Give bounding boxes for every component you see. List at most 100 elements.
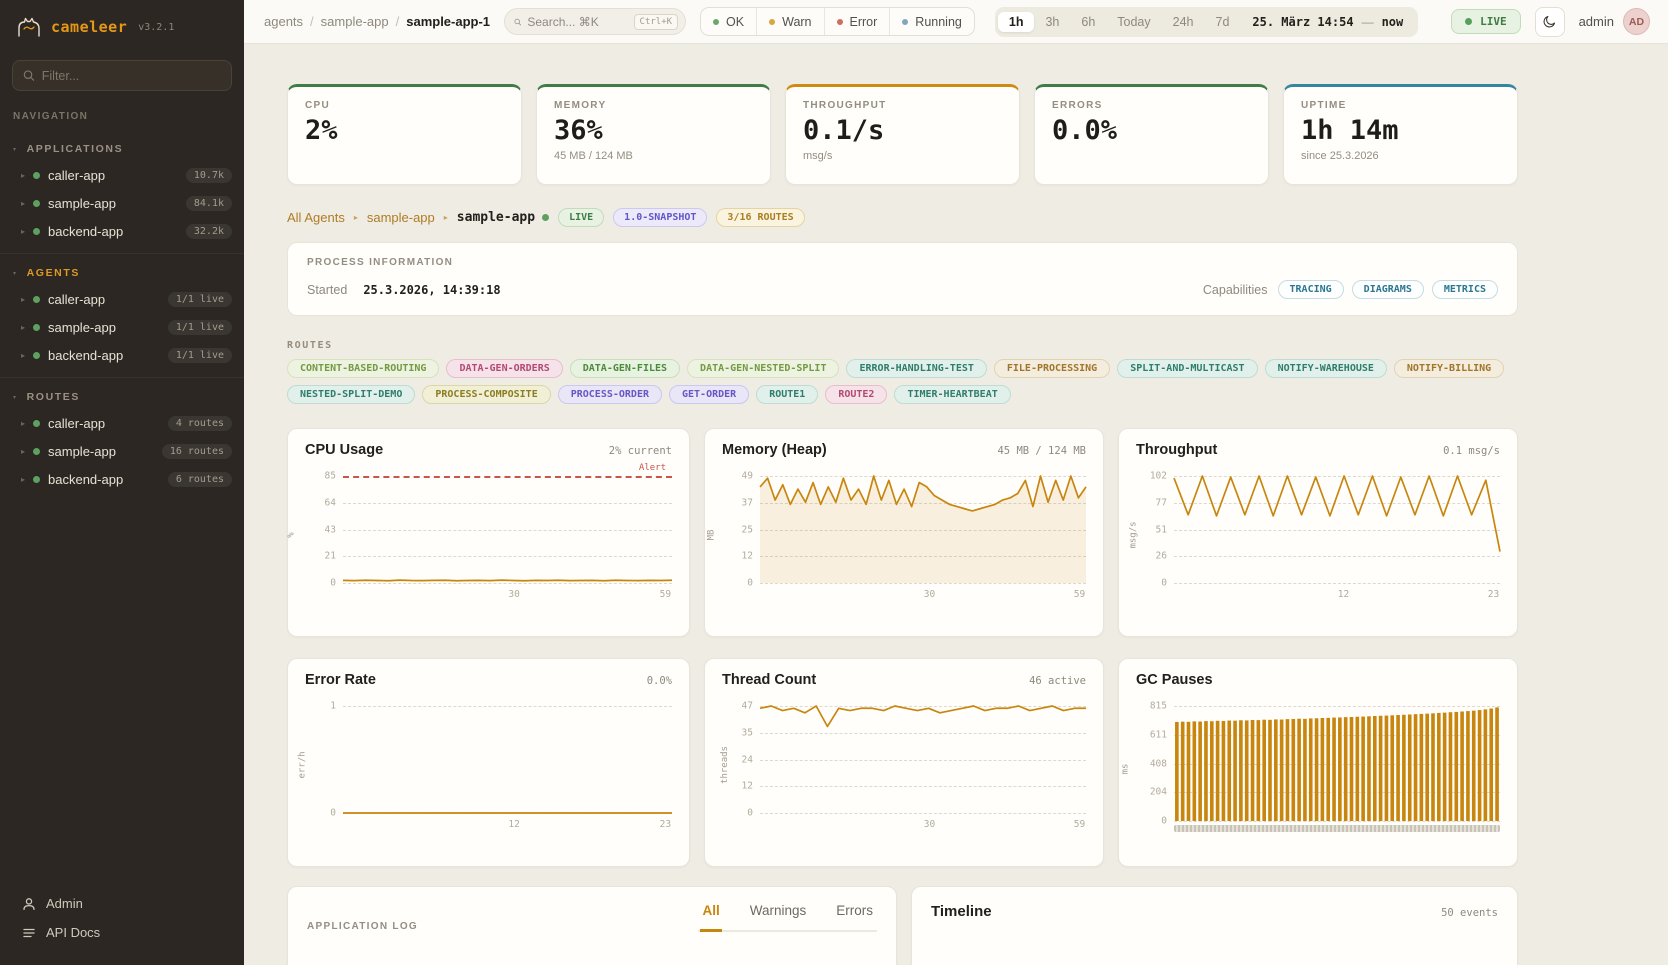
status-dot-icon xyxy=(713,19,719,25)
sidebar-item-routes-caller-app[interactable]: ▸caller-app4 routes xyxy=(0,411,244,436)
metric-value: 1h 14m xyxy=(1301,116,1500,146)
status-filter-running[interactable]: Running xyxy=(889,8,974,35)
y-tick: 0 xyxy=(747,808,753,819)
metric-label: ERRORS xyxy=(1052,100,1251,111)
tab-errors[interactable]: Errors xyxy=(834,903,875,930)
badge-version: 1.0-SNAPSHOT xyxy=(613,208,707,227)
sidebar-item-admin[interactable]: Admin xyxy=(12,889,232,918)
metric-card-throughput: THROUGHPUT 0.1/s msg/s xyxy=(785,84,1020,185)
nav-item-label: caller-app xyxy=(48,168,105,183)
agent-link-app[interactable]: sample-app xyxy=(367,210,435,225)
metric-card-memory: MEMORY 36% 45 MB / 124 MB xyxy=(536,84,771,185)
route-chip-nested-split-demo[interactable]: NESTED-SPLIT-DEMO xyxy=(287,385,415,404)
route-chip-process-order[interactable]: PROCESS-ORDER xyxy=(558,385,662,404)
date-range-display[interactable]: 25. März 14:54—now xyxy=(1240,15,1415,29)
agent-link-all[interactable]: All Agents xyxy=(287,210,345,225)
breadcrumb-agents[interactable]: agents xyxy=(264,14,303,29)
status-dot-icon xyxy=(33,324,40,331)
route-chip-route1[interactable]: ROUTE1 xyxy=(756,385,818,404)
live-toggle[interactable]: LIVE xyxy=(1451,9,1521,34)
chart-title: Error Rate xyxy=(305,672,376,688)
metric-value: 2% xyxy=(305,116,504,146)
status-filter-warn[interactable]: Warn xyxy=(756,8,823,35)
breadcrumb-separator: / xyxy=(310,14,314,29)
sidebar-filter[interactable] xyxy=(12,60,232,91)
route-chip-timer-heartbeat[interactable]: TIMER-HEARTBEAT xyxy=(894,385,1010,404)
theme-toggle-button[interactable] xyxy=(1535,7,1565,37)
route-chip-data-gen-nested-split[interactable]: DATA-GEN-NESTED-SPLIT xyxy=(687,359,839,378)
sidebar-footer: Admin API Docs xyxy=(0,879,244,965)
sidebar-item-api-docs[interactable]: API Docs xyxy=(12,918,232,947)
nav-section-agents: ▾AGENTS▸caller-app1/1 live ▸sample-app1/1… xyxy=(0,253,244,368)
log-tabs: All Warnings Errors xyxy=(698,903,877,932)
y-tick: 35 xyxy=(742,727,753,738)
metric-sub: 45 MB / 124 MB xyxy=(554,150,753,162)
route-chip-process-composite[interactable]: PROCESS-COMPOSITE xyxy=(422,385,550,404)
route-chip-get-order[interactable]: GET-ORDER xyxy=(669,385,749,404)
agent-status-dot-icon xyxy=(542,214,549,221)
nav-section-head-agents[interactable]: ▾AGENTS xyxy=(0,263,244,287)
plot-canvas: Alert xyxy=(343,476,672,583)
filter-input[interactable] xyxy=(42,69,221,83)
chart-title: Throughput xyxy=(1136,442,1217,458)
charts-grid: CPU Usage2% current %856443210Alert3059 … xyxy=(287,428,1518,867)
sidebar-item-agents-backend-app[interactable]: ▸backend-app1/1 live xyxy=(0,343,244,368)
sidebar-item-applications-caller-app[interactable]: ▸caller-app10.7k xyxy=(0,163,244,188)
application-log-title: APPLICATION LOG xyxy=(307,921,418,932)
search-shortcut-kbd: Ctrl+K xyxy=(634,14,679,30)
route-chip-data-gen-files[interactable]: DATA-GEN-FILES xyxy=(570,359,680,378)
sidebar-item-routes-sample-app[interactable]: ▸sample-app16 routes xyxy=(0,439,244,464)
route-chip-data-gen-orders[interactable]: DATA-GEN-ORDERS xyxy=(446,359,562,378)
tab-all[interactable]: All xyxy=(700,903,721,932)
section-caret-icon: ▾ xyxy=(13,270,18,277)
routes-section: ROUTES CONTENT-BASED-ROUTING DATA-GEN-ORD… xyxy=(287,340,1518,404)
time-range-24h[interactable]: 24h xyxy=(1162,12,1205,32)
time-range-1h[interactable]: 1h xyxy=(998,12,1035,32)
app-name: cameleer xyxy=(51,18,127,36)
sidebar-item-applications-backend-app[interactable]: ▸backend-app32.2k xyxy=(0,219,244,244)
y-tick: 0 xyxy=(1161,578,1167,589)
nav-item-badge: 10.7k xyxy=(186,168,232,183)
x-axis-ticks: 3059 xyxy=(760,587,1086,602)
process-panel-title: PROCESS INFORMATION xyxy=(307,257,1498,268)
nav-item-badge: 1/1 live xyxy=(168,348,232,363)
nav-section-head-applications[interactable]: ▾APPLICATIONS xyxy=(0,139,244,163)
nav-section-head-routes[interactable]: ▾ROUTES xyxy=(0,387,244,411)
chart-title: GC Pauses xyxy=(1136,672,1213,688)
route-chip-error-handling-test[interactable]: ERROR-HANDLING-TEST xyxy=(846,359,986,378)
status-filter-error[interactable]: Error xyxy=(824,8,890,35)
global-search[interactable]: Ctrl+K xyxy=(504,8,686,35)
sidebar-item-applications-sample-app[interactable]: ▸sample-app84.1k xyxy=(0,191,244,216)
x-axis-ticks: 1223 xyxy=(1174,587,1500,602)
main-content: CPU 2% MEMORY 36% 45 MB / 124 MB THROUGH… xyxy=(244,44,1668,965)
sidebar-item-agents-sample-app[interactable]: ▸sample-app1/1 live xyxy=(0,315,244,340)
y-tick: 37 xyxy=(742,497,753,508)
time-range-3h[interactable]: 3h xyxy=(1034,12,1070,32)
route-chip-route2[interactable]: ROUTE2 xyxy=(825,385,887,404)
status-filter-ok[interactable]: OK xyxy=(701,8,756,35)
y-tick: 0 xyxy=(330,578,336,589)
time-range-7d[interactable]: 7d xyxy=(1205,12,1241,32)
moon-icon xyxy=(1542,14,1557,29)
route-chip-file-processing[interactable]: FILE-PROCESSING xyxy=(994,359,1110,378)
sidebar-item-routes-backend-app[interactable]: ▸backend-app6 routes xyxy=(0,467,244,492)
search-input[interactable] xyxy=(527,15,627,29)
routes-label: ROUTES xyxy=(287,340,1518,351)
y-tick: 12 xyxy=(742,781,753,792)
user-menu[interactable]: admin AD xyxy=(1579,8,1650,35)
x-tick: 30 xyxy=(924,819,935,830)
metric-value: 36% xyxy=(554,116,753,146)
route-chip-notify-warehouse[interactable]: NOTIFY-WAREHOUSE xyxy=(1265,359,1387,378)
sidebar-item-agents-caller-app[interactable]: ▸caller-app1/1 live xyxy=(0,287,244,312)
route-chip-content-based-routing[interactable]: CONTENT-BASED-ROUTING xyxy=(287,359,439,378)
app-logo[interactable]: cameleer v3.2.1 xyxy=(0,0,244,52)
y-tick: 77 xyxy=(1156,497,1167,508)
time-range-6h[interactable]: 6h xyxy=(1070,12,1106,32)
nav-item-label: caller-app xyxy=(48,416,105,431)
route-chip-split-and-multicast[interactable]: SPLIT-AND-MULTICAST xyxy=(1117,359,1257,378)
route-chip-notify-billing[interactable]: NOTIFY-BILLING xyxy=(1394,359,1504,378)
breadcrumb-sample-app[interactable]: sample-app xyxy=(321,14,389,29)
time-range-today[interactable]: Today xyxy=(1106,12,1161,32)
tab-warnings[interactable]: Warnings xyxy=(748,903,809,930)
user-name: admin xyxy=(1579,14,1614,29)
